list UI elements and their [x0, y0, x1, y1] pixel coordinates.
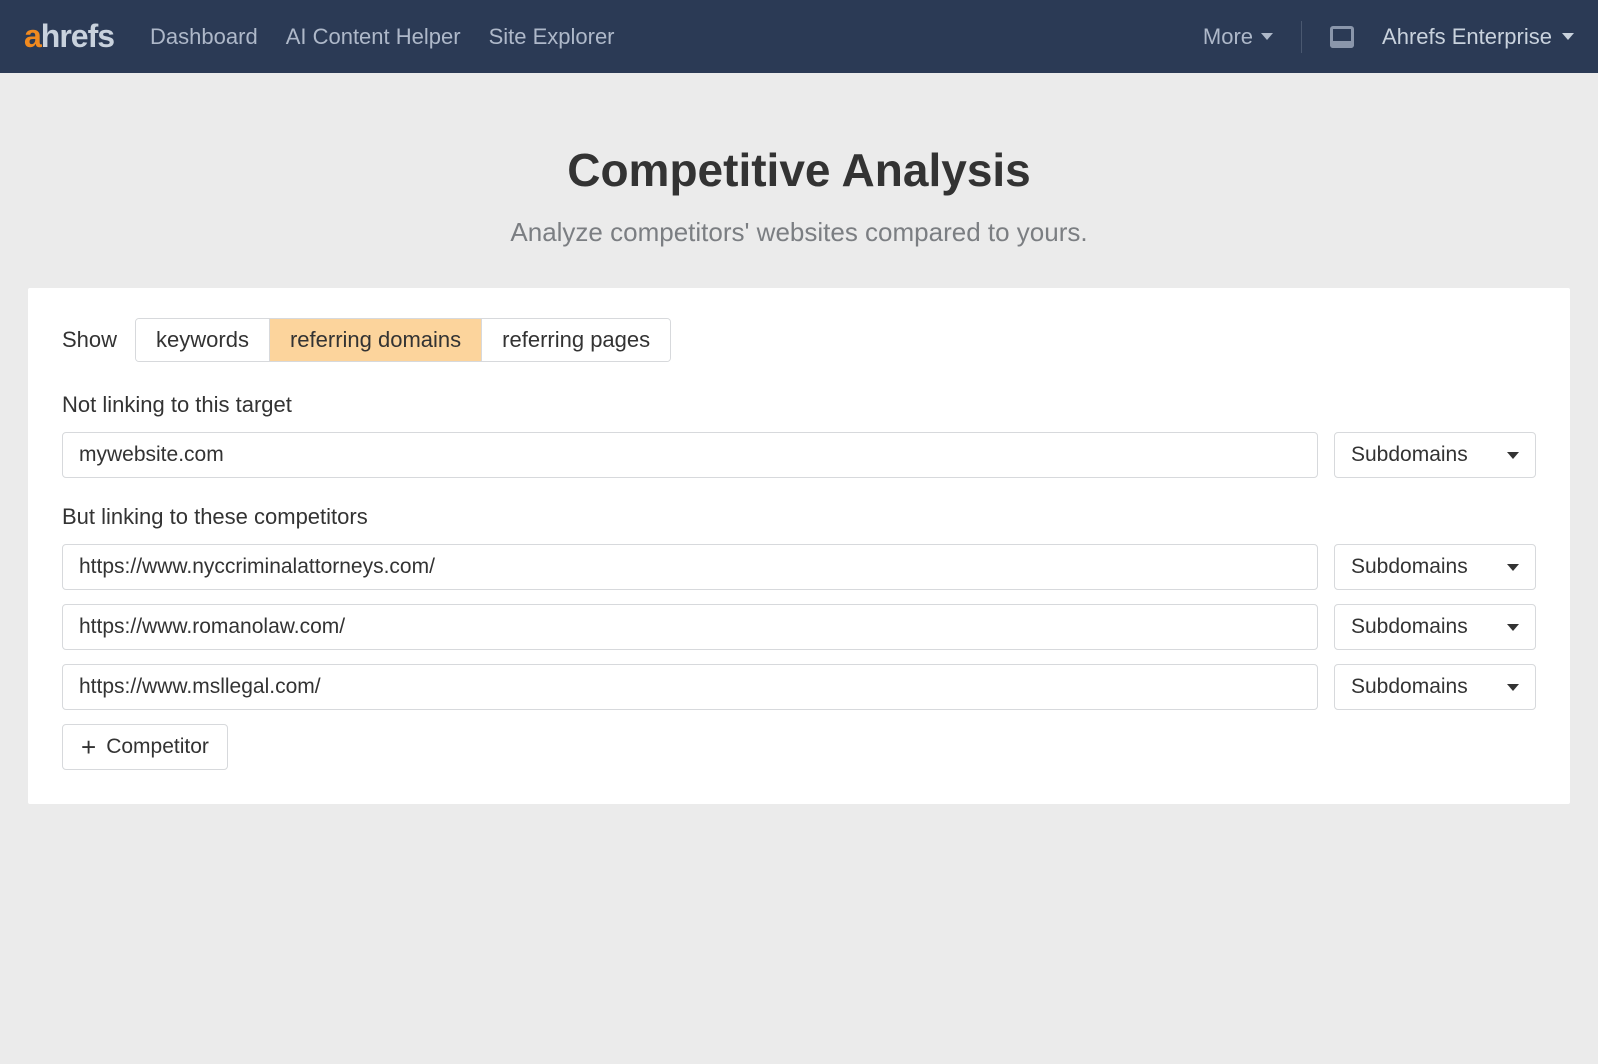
tab-referring-pages[interactable]: referring pages: [482, 319, 670, 361]
add-competitor-label: Competitor: [106, 735, 209, 759]
hero: Competitive Analysis Analyze competitors…: [0, 73, 1598, 288]
chevron-down-icon: [1562, 33, 1574, 40]
show-row: Show keywords referring domains referrin…: [62, 318, 1536, 362]
dropdown-value: Subdomains: [1351, 675, 1468, 699]
analysis-card: Show keywords referring domains referrin…: [28, 288, 1570, 804]
competitor-row: Subdomains: [62, 664, 1536, 710]
account-menu[interactable]: Ahrefs Enterprise: [1382, 24, 1574, 50]
competitors-label: But linking to these competitors: [62, 504, 1536, 530]
add-competitor-button[interactable]: + Competitor: [62, 724, 228, 770]
show-label: Show: [62, 327, 117, 353]
chevron-down-icon: [1507, 684, 1519, 691]
more-label: More: [1203, 24, 1253, 50]
competitor-scope-dropdown[interactable]: Subdomains: [1334, 604, 1536, 650]
competitors-section: But linking to these competitors Subdoma…: [62, 504, 1536, 770]
page-subtitle: Analyze competitors' websites compared t…: [0, 217, 1598, 248]
competitor-input[interactable]: [62, 664, 1318, 710]
account-label: Ahrefs Enterprise: [1382, 24, 1552, 50]
competitor-row: Subdomains: [62, 544, 1536, 590]
competitor-scope-dropdown[interactable]: Subdomains: [1334, 544, 1536, 590]
topbar: ahrefs Dashboard AI Content Helper Site …: [0, 0, 1598, 73]
tab-referring-domains[interactable]: referring domains: [270, 319, 482, 361]
dropdown-value: Subdomains: [1351, 615, 1468, 639]
target-scope-dropdown[interactable]: Subdomains: [1334, 432, 1536, 478]
tab-keywords[interactable]: keywords: [136, 319, 270, 361]
target-input[interactable]: [62, 432, 1318, 478]
logo[interactable]: ahrefs: [24, 18, 114, 55]
chevron-down-icon: [1507, 564, 1519, 571]
nav-links: Dashboard AI Content Helper Site Explore…: [150, 24, 1203, 50]
logo-rest: hrefs: [41, 18, 114, 54]
chevron-down-icon: [1261, 33, 1273, 40]
nav-dashboard[interactable]: Dashboard: [150, 24, 258, 50]
topbar-right: More Ahrefs Enterprise: [1203, 21, 1574, 53]
nav-site-explorer[interactable]: Site Explorer: [489, 24, 615, 50]
competitor-input[interactable]: [62, 544, 1318, 590]
target-label: Not linking to this target: [62, 392, 1536, 418]
target-row: Subdomains: [62, 432, 1536, 478]
competitor-input[interactable]: [62, 604, 1318, 650]
competitor-row: Subdomains: [62, 604, 1536, 650]
chevron-down-icon: [1507, 624, 1519, 631]
dropdown-value: Subdomains: [1351, 555, 1468, 579]
page-title: Competitive Analysis: [0, 143, 1598, 197]
divider: [1301, 21, 1302, 53]
chevron-down-icon: [1507, 452, 1519, 459]
dropdown-value: Subdomains: [1351, 443, 1468, 467]
target-section: Not linking to this target Subdomains: [62, 392, 1536, 478]
more-menu[interactable]: More: [1203, 24, 1273, 50]
logo-a: a: [24, 18, 41, 54]
display-icon[interactable]: [1330, 26, 1354, 48]
competitor-scope-dropdown[interactable]: Subdomains: [1334, 664, 1536, 710]
show-segmented-control: keywords referring domains referring pag…: [135, 318, 671, 362]
nav-ai-content-helper[interactable]: AI Content Helper: [286, 24, 461, 50]
plus-icon: +: [81, 734, 96, 760]
